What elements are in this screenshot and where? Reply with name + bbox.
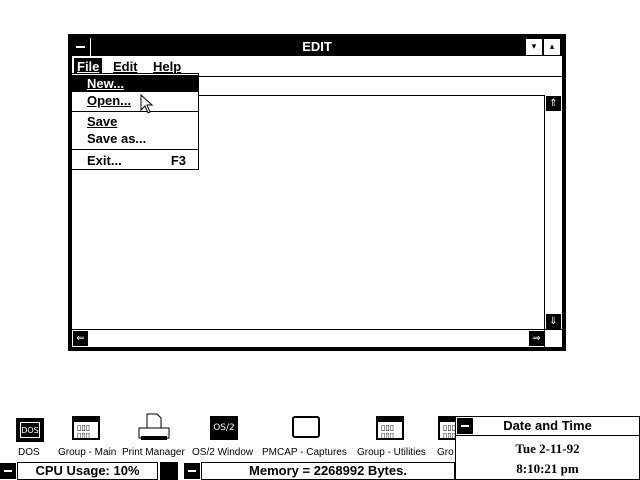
title-bar[interactable]: EDIT ▾ ▴ [72, 38, 562, 56]
datetime-title: Date and Time [456, 417, 639, 436]
os2-window-icon[interactable]: OS/2 [210, 416, 240, 444]
scroll-down-icon[interactable]: ⇓ [546, 314, 561, 329]
size-corner [544, 329, 562, 347]
memory-system-menu-icon[interactable] [184, 463, 200, 479]
group-utilities-label[interactable]: Group - Utilities [357, 447, 426, 458]
file-menu-dropdown: New... Open... Save Save as... Exit... F3 [71, 73, 199, 170]
horizontal-scrollbar[interactable]: ⇐ ⇒ [72, 329, 545, 347]
group-icon[interactable]: ▯▯▯ ▯▯▯ [72, 416, 102, 444]
os2-window-label[interactable]: OS/2 Window [192, 447, 253, 458]
mouse-pointer-icon [140, 94, 154, 114]
scroll-up-icon[interactable]: ⇑ [546, 96, 561, 111]
exit-accelerator: F3 [170, 153, 186, 168]
pmcap-captures-label[interactable]: PMCAP - Captures [262, 447, 347, 458]
menu-separator [72, 149, 198, 150]
menu-separator [72, 111, 198, 112]
cpu-graph-icon [160, 462, 178, 480]
group-icon[interactable]: ▯▯▯ ▯▯▯ [438, 416, 456, 444]
minimize-button[interactable]: ▾ [526, 39, 542, 55]
print-manager-label[interactable]: Print Manager [122, 447, 185, 458]
scroll-left-icon[interactable]: ⇐ [73, 331, 88, 346]
maximize-button[interactable]: ▴ [544, 39, 560, 55]
time-value: 8:10:21 pm [516, 461, 579, 476]
vertical-scrollbar[interactable]: ⇑ ⇓ [544, 95, 562, 330]
scroll-right-icon[interactable]: ⇒ [529, 331, 544, 346]
window-icon[interactable] [292, 416, 320, 438]
menu-item-open[interactable]: Open... [72, 92, 198, 109]
window-title: EDIT [302, 39, 332, 54]
menu-item-save[interactable]: Save [72, 113, 198, 130]
group-main-label[interactable]: Group - Main [58, 447, 116, 458]
menu-item-save-as[interactable]: Save as... [72, 130, 198, 147]
date-value: Tue 2-11-92 [515, 441, 580, 456]
group-icon[interactable]: ▯▯▯ ▯▯▯ [376, 416, 406, 444]
menu-item-new[interactable]: New... [72, 75, 198, 92]
date-time-window: Date and Time Tue 2-11-92 8:10:21 pm [455, 416, 640, 480]
dos-icon[interactable]: DOS [16, 416, 46, 446]
menu-item-exit[interactable]: Exit... F3 [72, 152, 198, 169]
memory-status: Memory = 2268992 Bytes. [201, 462, 455, 480]
printer-icon[interactable] [137, 412, 171, 442]
dos-label[interactable]: DOS [18, 447, 40, 458]
group-label-partial[interactable]: Gro [437, 447, 455, 458]
cpu-system-menu-icon[interactable] [0, 463, 16, 479]
cpu-usage: CPU Usage: 10% [17, 462, 158, 480]
